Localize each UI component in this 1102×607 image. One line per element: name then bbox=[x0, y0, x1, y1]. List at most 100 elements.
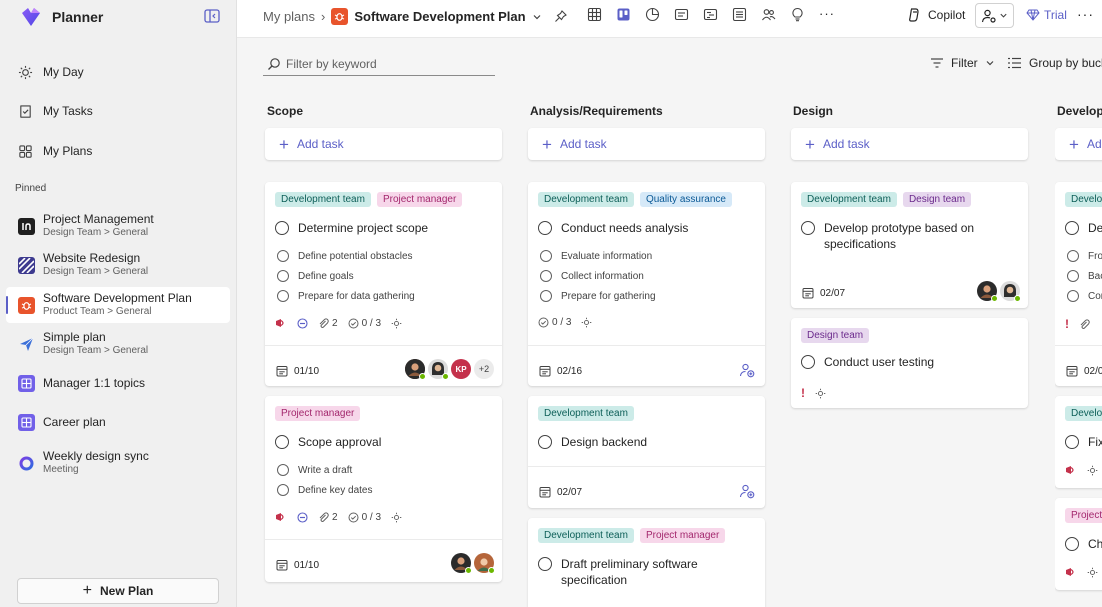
task-card[interactable]: Development team Design team Develop pro… bbox=[791, 182, 1028, 308]
bucket-title[interactable]: Analysis/Requirements bbox=[530, 104, 663, 118]
more-views-icon[interactable]: ··· bbox=[819, 7, 835, 22]
complete-checkbox[interactable] bbox=[1065, 435, 1079, 449]
assignees[interactable]: KP +2 bbox=[405, 359, 494, 380]
complete-checkbox[interactable] bbox=[538, 221, 552, 235]
task-card[interactable]: Development team Quality assurance Condu… bbox=[528, 182, 765, 386]
task-meta bbox=[1065, 464, 1098, 476]
grid-view-icon[interactable] bbox=[587, 7, 602, 22]
checklist-text: Fro bbox=[1088, 250, 1102, 262]
checklist-progress: 0 / 3 bbox=[348, 318, 381, 329]
assign-person-icon[interactable] bbox=[739, 362, 755, 378]
task-card[interactable]: Develo Fix bbox=[1055, 396, 1102, 488]
assignees[interactable] bbox=[977, 281, 1021, 302]
schedule-view-icon[interactable] bbox=[674, 7, 689, 22]
bug-icon bbox=[331, 8, 349, 25]
check-circle-icon bbox=[348, 512, 359, 522]
pinned-website-redesign[interactable]: Website Redesign Design Team > General bbox=[6, 247, 230, 283]
pinned-title: Career plan bbox=[43, 414, 106, 429]
complete-checkbox[interactable] bbox=[1065, 537, 1079, 551]
people-view-icon[interactable] bbox=[761, 7, 776, 22]
checklist-checkbox[interactable] bbox=[540, 290, 552, 302]
group-by-button[interactable]: Group by buck bbox=[1007, 56, 1102, 70]
timeline-view-icon[interactable] bbox=[703, 7, 718, 22]
trial-button[interactable]: Trial bbox=[1026, 8, 1067, 22]
members-button[interactable] bbox=[975, 3, 1014, 28]
complete-checkbox[interactable] bbox=[275, 435, 289, 449]
paperclip-icon bbox=[319, 511, 329, 522]
breadcrumb-my-plans[interactable]: My plans bbox=[263, 9, 315, 24]
nav-my-tasks[interactable]: My Tasks bbox=[18, 100, 93, 122]
pinned-project-management[interactable]: Project Management Design Team > General bbox=[6, 208, 230, 244]
chevron-down-icon bbox=[1000, 13, 1007, 18]
checklist-checkbox[interactable] bbox=[277, 290, 289, 302]
task-title-row: Conduct user testing bbox=[801, 354, 934, 370]
more-options-icon[interactable]: ··· bbox=[1077, 6, 1094, 22]
pinned-subtitle: Product Team > General bbox=[43, 306, 152, 317]
checklist-checkbox[interactable] bbox=[1067, 270, 1079, 282]
due-date: 02/07 bbox=[539, 486, 582, 498]
add-task-button[interactable]: + Add task bbox=[791, 128, 1028, 160]
sidebar: Planner My Day My Tasks My Plans Pinned … bbox=[0, 0, 237, 607]
task-card[interactable]: Project manager Scope approval Write a d… bbox=[265, 396, 502, 582]
assignees[interactable] bbox=[451, 553, 495, 574]
task-card[interactable]: Project Ch bbox=[1055, 498, 1102, 590]
task-card[interactable]: Development team Design backend 02/07 bbox=[528, 396, 765, 508]
add-task-button[interactable]: + Ad bbox=[1055, 128, 1102, 160]
complete-checkbox[interactable] bbox=[1065, 221, 1079, 235]
checklist-checkbox[interactable] bbox=[540, 270, 552, 282]
assign-person-icon[interactable] bbox=[739, 483, 755, 499]
app-brand[interactable]: Planner bbox=[20, 7, 103, 27]
complete-checkbox[interactable] bbox=[538, 557, 552, 571]
pinned-title: Project Management bbox=[43, 212, 154, 226]
filter-keyword-input[interactable]: Filter by keyword bbox=[263, 53, 495, 76]
complete-checkbox[interactable] bbox=[275, 221, 289, 235]
pinned-career-plan[interactable]: Career plan bbox=[6, 404, 230, 440]
add-task-button[interactable]: + Add task bbox=[265, 128, 502, 160]
lightbulb-icon[interactable] bbox=[790, 7, 805, 22]
checklist-item: Prepare for gathering bbox=[540, 290, 656, 302]
complete-checkbox[interactable] bbox=[801, 221, 815, 235]
bucket-title[interactable]: Scope bbox=[267, 104, 303, 118]
diamond-icon bbox=[1026, 9, 1040, 21]
pinned-weekly-design-sync[interactable]: Weekly design sync Meeting bbox=[6, 445, 230, 481]
attachments-value: 2 bbox=[332, 511, 338, 523]
task-card[interactable]: Development team Project manager Draft p… bbox=[528, 518, 765, 607]
plan-title[interactable]: Software Development Plan bbox=[354, 9, 525, 24]
pin-icon[interactable] bbox=[554, 10, 567, 23]
complete-checkbox[interactable] bbox=[801, 355, 815, 369]
complete-checkbox[interactable] bbox=[538, 435, 552, 449]
checklist-text: Write a draft bbox=[298, 464, 353, 476]
task-card[interactable]: Development team Project manager Determi… bbox=[265, 182, 502, 386]
nav-my-day[interactable]: My Day bbox=[18, 61, 84, 83]
checklist-checkbox[interactable] bbox=[277, 464, 289, 476]
trial-label: Trial bbox=[1044, 8, 1067, 22]
task-card[interactable]: Design team Conduct user testing ! bbox=[791, 318, 1028, 408]
nav-my-plans[interactable]: My Plans bbox=[18, 140, 92, 162]
list-view-icon[interactable] bbox=[732, 7, 747, 22]
chevron-down-icon[interactable] bbox=[532, 12, 542, 22]
new-plan-button[interactable]: + New Plan bbox=[17, 578, 219, 604]
chart-view-icon[interactable] bbox=[645, 7, 660, 22]
bucket-title[interactable]: Develop bbox=[1057, 104, 1102, 118]
board-view-icon[interactable] bbox=[616, 7, 631, 22]
checklist-checkbox[interactable] bbox=[277, 484, 289, 496]
bucket-title[interactable]: Design bbox=[793, 104, 833, 118]
collapse-sidebar-icon[interactable] bbox=[204, 9, 220, 23]
task-card[interactable]: Develo De Fro Bac Cor ! 02/0 bbox=[1055, 182, 1102, 386]
pinned-manager-1-1-topics[interactable]: Manager 1:1 topics bbox=[6, 365, 230, 401]
checklist-checkbox[interactable] bbox=[1067, 290, 1079, 302]
pinned-software-development-plan[interactable]: Software Development Plan Product Team > … bbox=[6, 287, 230, 323]
copilot-button[interactable]: Copilot bbox=[906, 7, 965, 23]
low-priority-icon bbox=[297, 317, 308, 329]
checklist-checkbox[interactable] bbox=[540, 250, 552, 262]
filter-button[interactable]: Filter bbox=[930, 56, 995, 70]
board: Scope + Add task Development team Project… bbox=[237, 95, 1102, 607]
checklist-checkbox[interactable] bbox=[277, 250, 289, 262]
pinned-simple-plan[interactable]: Simple plan Design Team > General bbox=[6, 326, 230, 362]
checklist-checkbox[interactable] bbox=[1067, 250, 1079, 262]
pinned-subtitle: Design Team > General bbox=[43, 345, 149, 356]
label-tag: Development team bbox=[538, 406, 634, 421]
add-task-label: Add task bbox=[296, 137, 344, 151]
checklist-checkbox[interactable] bbox=[277, 270, 289, 282]
add-task-button[interactable]: + Add task bbox=[528, 128, 765, 160]
